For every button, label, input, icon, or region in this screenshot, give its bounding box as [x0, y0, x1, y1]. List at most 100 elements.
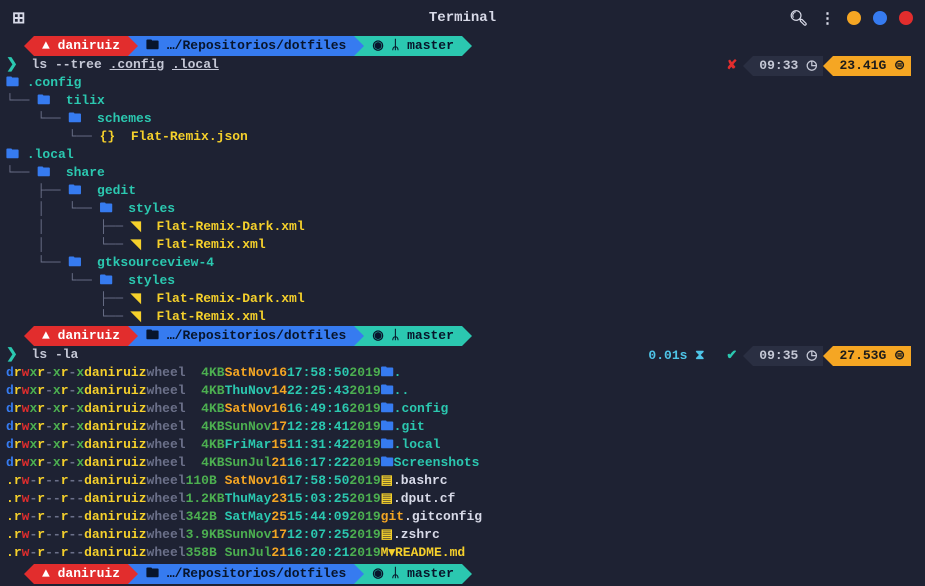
branch-icon: ᛦ	[391, 327, 399, 345]
owner: daniruiz	[84, 454, 146, 472]
day: 15	[271, 436, 287, 454]
prompt-user: daniruiz	[58, 327, 120, 345]
time: 16:17:22	[287, 454, 349, 472]
status-time: 09:35	[759, 347, 798, 365]
listing-row: drwxr-xr-x daniruiz wheel 4 KB Fri Mar 1…	[6, 436, 919, 454]
prompt-line-1: ▲ daniruiz 🖿 …/Repositorios/dotfiles ◉ ᛦ…	[6, 36, 919, 56]
clock-icon: ◷	[806, 57, 817, 75]
permissions: drwxr-xr-x	[6, 454, 84, 472]
prompt-branch: master	[407, 37, 454, 55]
prompt-symbol: ❯	[6, 347, 18, 363]
time: 11:31:42	[287, 436, 349, 454]
terminal-output[interactable]: ▲ daniruiz 🖿 …/Repositorios/dotfiles ◉ ᛦ…	[0, 36, 925, 584]
permissions: drwxr-xr-x	[6, 436, 84, 454]
minimize-button[interactable]	[847, 11, 861, 25]
prompt-symbol: ❯	[6, 57, 18, 73]
branch-icon: ᛦ	[391, 37, 399, 55]
size-unit: KB	[209, 526, 225, 544]
tree-output: └── 🖿 styles	[6, 272, 919, 290]
file-size: 4	[186, 418, 209, 436]
listing-row: .rw-r--r-- daniruiz wheel 1.2 KB Thu May…	[6, 490, 919, 508]
titlebar: ⊞ Terminal 🔍︎ ⋮	[0, 0, 925, 36]
filename: README.md	[395, 544, 465, 562]
month: Nov	[248, 364, 271, 382]
year: 2019	[349, 436, 380, 454]
filename: .zshrc	[393, 526, 440, 544]
permissions: drwxr-xr-x	[6, 382, 84, 400]
weekday: Sun	[225, 544, 248, 562]
prompt-branch: master	[407, 565, 454, 583]
file-size: 4	[186, 364, 209, 382]
month: May	[248, 490, 271, 508]
folder-icon: 🖿	[146, 327, 159, 345]
group: wheel	[147, 436, 186, 454]
maximize-button[interactable]	[873, 11, 887, 25]
time: 17:58:50	[287, 364, 349, 382]
month: Jul	[248, 454, 271, 472]
menu-icon[interactable]: ⋮	[820, 9, 835, 28]
year: 2019	[349, 382, 380, 400]
tree-output: │ └── 🖿 styles	[6, 200, 919, 218]
permissions: drwxr-xr-x	[6, 400, 84, 418]
file-size: 1.2	[186, 490, 209, 508]
tree-output: 🖿 .local	[6, 146, 919, 164]
file-size: 4	[186, 382, 209, 400]
size-unit: KB	[209, 418, 225, 436]
filename: ..	[394, 382, 410, 400]
window-title: Terminal	[429, 10, 496, 26]
tree-output: ├── 🖿 gedit	[6, 182, 919, 200]
group: wheel	[147, 526, 186, 544]
filename: .	[394, 364, 402, 382]
permissions: .rw-r--r--	[6, 544, 84, 562]
owner: daniruiz	[84, 364, 146, 382]
github-icon: ◉	[372, 37, 383, 55]
file-size: 3.9	[186, 526, 209, 544]
time: 15:03:25	[287, 490, 349, 508]
listing-row: .rw-r--r-- daniruiz wheel 3.9 KB Sun Nov…	[6, 526, 919, 544]
month: Nov	[248, 382, 271, 400]
owner: daniruiz	[84, 472, 146, 490]
size-unit: KB	[209, 382, 225, 400]
prompt-line-2: ▲ daniruiz 🖿 …/Repositorios/dotfiles ◉ ᛦ…	[6, 326, 919, 346]
year: 2019	[349, 400, 380, 418]
group: wheel	[147, 508, 186, 526]
file-size: 110	[186, 472, 209, 490]
disk-icon: ⊜	[894, 347, 905, 365]
group: wheel	[147, 472, 186, 490]
month: Jul	[248, 544, 271, 562]
search-icon[interactable]: 🔍︎	[789, 9, 808, 28]
prompt-path: …/Repositorios/dotfiles	[167, 37, 346, 55]
listing-row: .rw-r--r-- daniruiz wheel 110 B Sat Nov …	[6, 472, 919, 490]
tree-output: └── 🖿 tilix	[6, 92, 919, 110]
listing-row: .rw-r--r-- daniruiz wheel 358 B Sun Jul …	[6, 544, 919, 562]
time: 16:49:16	[287, 400, 349, 418]
clock-icon: ◷	[806, 347, 817, 365]
tree-output: └── 🖿 schemes	[6, 110, 919, 128]
hourglass-icon: ⧗	[695, 347, 704, 365]
month: Nov	[248, 400, 271, 418]
error-icon: ✘	[726, 57, 737, 75]
status-disk: 27.53G	[839, 347, 886, 365]
day: 25	[271, 508, 287, 526]
prompt-path: …/Repositorios/dotfiles	[167, 327, 346, 345]
size-unit: B	[209, 508, 225, 526]
tree-output: │ └── ◥ Flat-Remix.xml	[6, 236, 919, 254]
day: 16	[271, 400, 287, 418]
close-button[interactable]	[899, 11, 913, 25]
file-size: 4	[186, 436, 209, 454]
weekday: Thu	[225, 490, 248, 508]
group: wheel	[147, 418, 186, 436]
tree-output: └── 🖿 share	[6, 164, 919, 182]
check-icon: ✔	[726, 347, 737, 365]
weekday: Sat	[225, 508, 248, 526]
month: Nov	[248, 526, 271, 544]
filename: .git	[394, 418, 425, 436]
tree-output: ├── ◥ Flat-Remix-Dark.xml	[6, 290, 919, 308]
weekday: Sat	[225, 364, 248, 382]
new-tab-icon[interactable]: ⊞	[12, 8, 25, 28]
branch-icon: ᛦ	[391, 565, 399, 583]
day: 21	[271, 454, 287, 472]
weekday: Thu	[225, 382, 248, 400]
filename: .dput.cf	[393, 490, 455, 508]
day: 14	[271, 382, 287, 400]
